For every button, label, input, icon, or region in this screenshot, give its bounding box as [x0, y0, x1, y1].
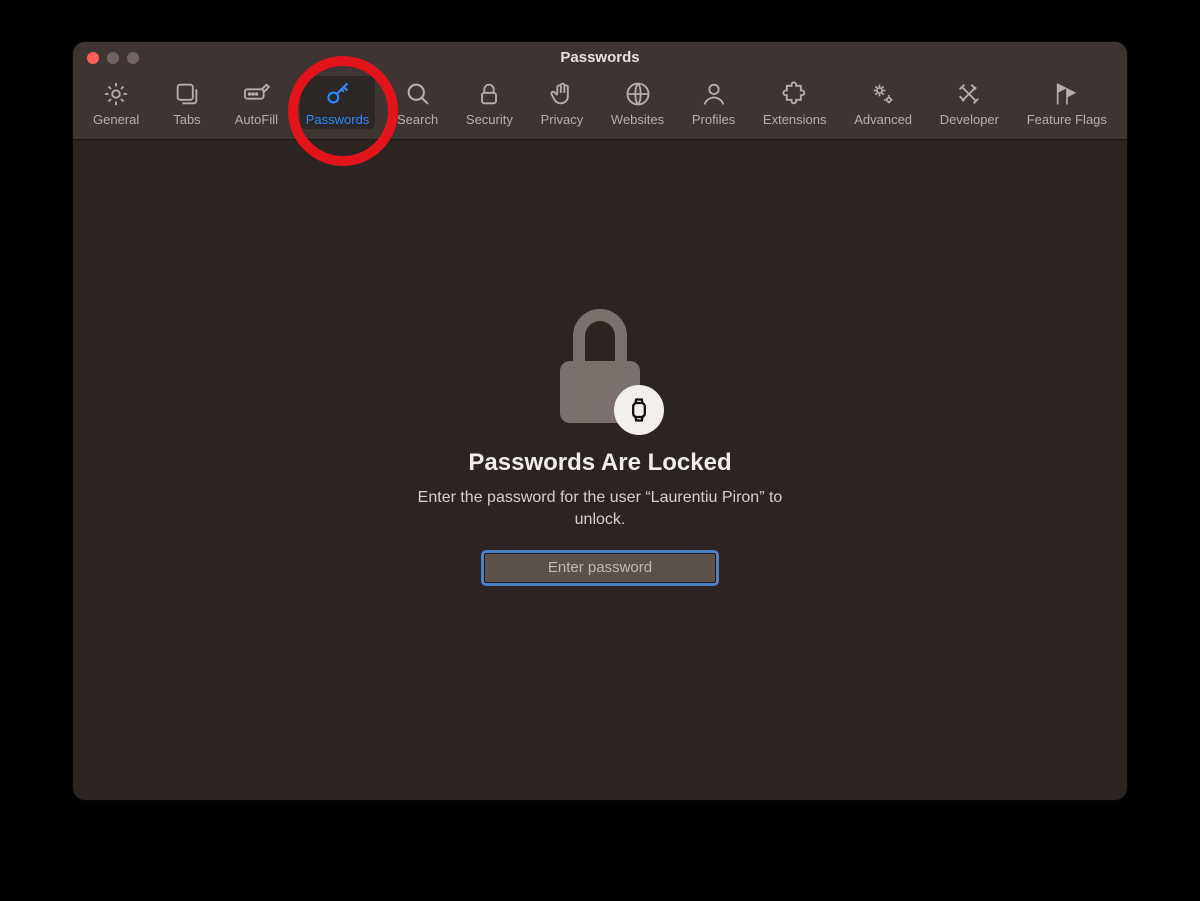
tab-general[interactable]: General: [87, 76, 145, 129]
tab-label: Security: [466, 112, 513, 127]
puzzle-icon: [781, 80, 809, 108]
tab-autofill[interactable]: AutoFill: [229, 76, 284, 129]
flags-icon: [1053, 80, 1081, 108]
person-icon: [700, 80, 728, 108]
tab-label: AutoFill: [235, 112, 278, 127]
tab-label: Advanced: [854, 112, 912, 127]
window-title: Passwords: [560, 49, 639, 66]
tab-profiles[interactable]: Profiles: [686, 76, 741, 129]
tab-label: Profiles: [692, 112, 735, 127]
lock-icon: [475, 80, 503, 108]
tab-label: Search: [397, 112, 438, 127]
tab-label: General: [93, 112, 139, 127]
lock-illustration: [550, 299, 650, 429]
preferences-window: Passwords General Tabs AutoFill Passwo: [73, 42, 1127, 800]
tab-label: Websites: [611, 112, 664, 127]
preferences-toolbar: General Tabs AutoFill Passwords Search: [73, 72, 1127, 140]
tab-feature-flags[interactable]: Feature Flags: [1021, 76, 1113, 129]
password-input[interactable]: [484, 553, 716, 583]
tab-websites[interactable]: Websites: [605, 76, 670, 129]
search-icon: [404, 80, 432, 108]
tab-security[interactable]: Security: [460, 76, 519, 129]
tab-label: Developer: [940, 112, 999, 127]
tab-developer[interactable]: Developer: [934, 76, 1005, 129]
tab-search[interactable]: Search: [391, 76, 444, 129]
tab-label: Extensions: [763, 112, 827, 127]
tabs-icon: [173, 80, 201, 108]
tab-label: Feature Flags: [1027, 112, 1107, 127]
tools-icon: [955, 80, 983, 108]
zoom-window-button[interactable]: [127, 52, 139, 64]
tab-label: Tabs: [173, 112, 200, 127]
titlebar: Passwords: [73, 42, 1127, 72]
locked-subtext: Enter the password for the user “Laurent…: [410, 487, 790, 530]
locked-heading: Passwords Are Locked: [468, 449, 731, 477]
minimize-window-button[interactable]: [107, 52, 119, 64]
tab-advanced[interactable]: Advanced: [848, 76, 918, 129]
close-window-button[interactable]: [87, 52, 99, 64]
gears-icon: [869, 80, 897, 108]
apple-watch-badge-icon: [614, 385, 664, 435]
locked-panel: Passwords Are Locked Enter the password …: [73, 140, 1127, 800]
gear-icon: [102, 80, 130, 108]
tab-tabs[interactable]: Tabs: [161, 76, 213, 129]
key-icon: [324, 80, 352, 108]
tab-label: Passwords: [306, 112, 370, 127]
lock-shackle: [573, 309, 627, 369]
tab-extensions[interactable]: Extensions: [757, 76, 833, 129]
globe-icon: [624, 80, 652, 108]
tab-label: Privacy: [541, 112, 584, 127]
pencil-line-icon: [242, 80, 270, 108]
tab-passwords[interactable]: Passwords: [300, 76, 376, 129]
window-controls: [87, 52, 139, 64]
tab-privacy[interactable]: Privacy: [535, 76, 590, 129]
hand-icon: [548, 80, 576, 108]
